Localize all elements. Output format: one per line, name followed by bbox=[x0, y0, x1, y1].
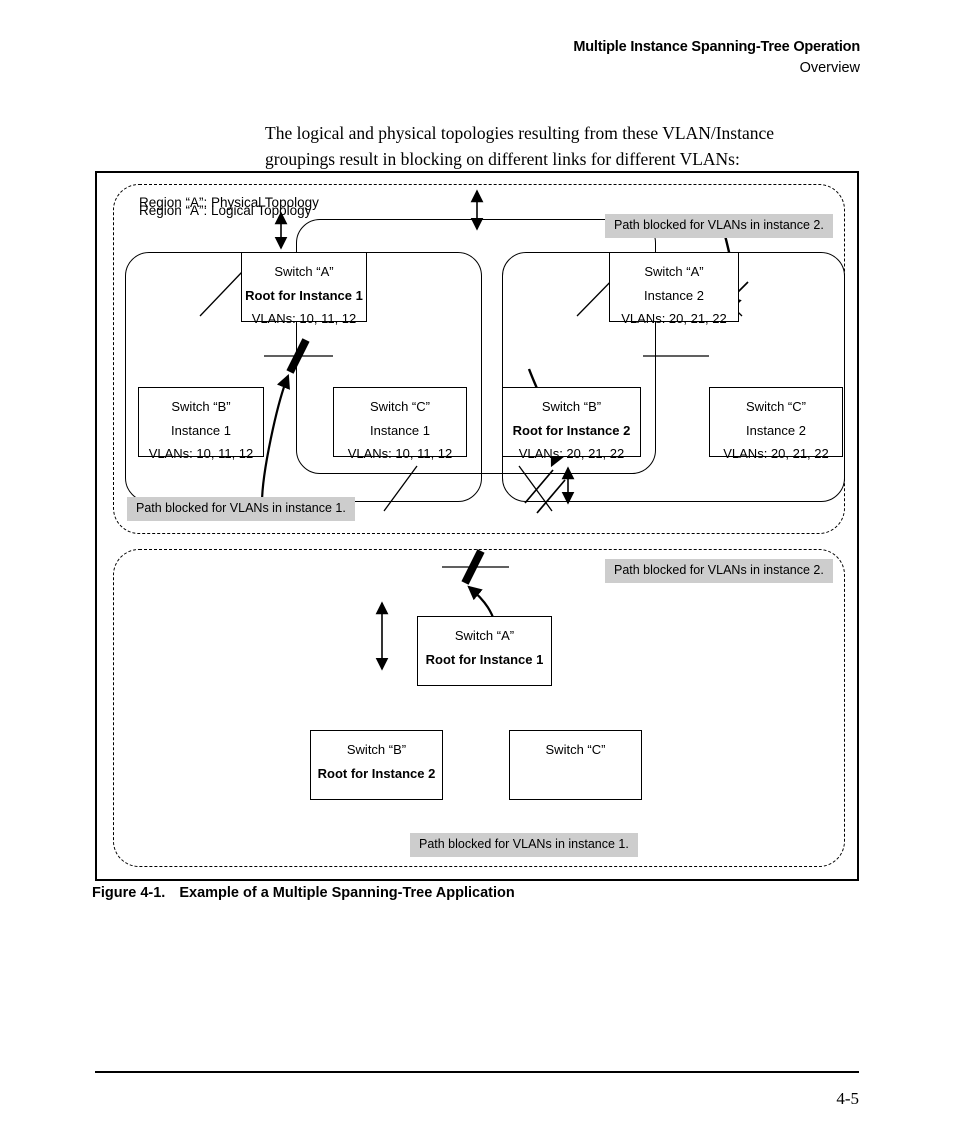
switch-name: Switch “C” bbox=[746, 399, 806, 414]
switch-role: Instance 1 bbox=[171, 422, 231, 438]
region-physical-label: Region “A”: Physical Topology bbox=[139, 195, 319, 210]
intro-paragraph: The logical and physical topologies resu… bbox=[265, 122, 774, 169]
switch-name: Switch “A” bbox=[454, 628, 515, 643]
figure-caption: Figure 4-1. Example of a Multiple Spannin… bbox=[92, 885, 515, 901]
callout-logical-instance1-blocked: Path blocked for VLANs in instance 1. bbox=[127, 497, 355, 521]
callout-physical-instance1-blocked: Path blocked for VLANs in instance 1. bbox=[410, 833, 638, 857]
logical-instance2-switch-a[interactable]: Switch “A” Instance 2 VLANs: 20, 21, 22 bbox=[609, 252, 739, 326]
callout-physical-instance2-blocked: Path blocked for VLANs in instance 2. bbox=[605, 559, 833, 583]
switch-name: Switch “C” bbox=[370, 399, 430, 414]
figure-caption-number: Figure 4-1. bbox=[92, 885, 166, 901]
switch-role: Instance 2 bbox=[644, 287, 704, 303]
switch-name: Switch “B” bbox=[541, 399, 602, 414]
region-physical-topology bbox=[113, 549, 845, 867]
logical-instance1-switch-b[interactable]: Switch “B” Instance 1 VLANs: 10, 11, 12 bbox=[138, 387, 264, 461]
switch-role: Root for Instance 1 bbox=[245, 287, 363, 303]
switch-role: Root for Instance 2 bbox=[317, 765, 436, 781]
logical-instance1-switch-c[interactable]: Switch “C” Instance 1 VLANs: 10, 11, 12 bbox=[333, 387, 467, 461]
switch-vlans: VLANs: 10, 11, 12 bbox=[347, 446, 453, 462]
header-title: Multiple Instance Spanning-Tree Operatio… bbox=[573, 39, 860, 55]
physical-switch-a[interactable]: Switch “A” Root for Instance 1 bbox=[417, 616, 552, 686]
physical-switch-c[interactable]: Switch “C” bbox=[509, 730, 642, 800]
switch-name: Switch “B” bbox=[171, 399, 231, 414]
switch-vlans: VLANs: 20, 21, 22 bbox=[621, 311, 727, 327]
switch-vlans: VLANs: 10, 11, 12 bbox=[148, 446, 254, 462]
footer-page-number: 4-5 bbox=[836, 1089, 859, 1108]
switch-vlans: VLANs: 20, 21, 22 bbox=[518, 446, 625, 462]
switch-name: Switch “B” bbox=[346, 742, 407, 757]
callout-logical-instance2-blocked: Path blocked for VLANs in instance 2. bbox=[605, 214, 833, 238]
switch-role: Instance 1 bbox=[370, 422, 430, 438]
header-subtitle: Overview bbox=[799, 60, 860, 77]
switch-vlans: VLANs: 10, 11, 12 bbox=[251, 311, 357, 327]
switch-role: Root for Instance 2 bbox=[512, 422, 631, 438]
figure-caption-text: Example of a Multiple Spanning-Tree Appl… bbox=[179, 885, 515, 901]
logical-instance2-switch-b[interactable]: Switch “B” Root for Instance 2 VLANs: 20… bbox=[502, 387, 641, 461]
logical-instance1-switch-a[interactable]: Switch “A” Root for Instance 1 VLANs: 10… bbox=[241, 252, 367, 326]
switch-vlans: VLANs: 20, 21, 22 bbox=[723, 446, 829, 462]
logical-instance2-switch-c[interactable]: Switch “C” Instance 2 VLANs: 20, 21, 22 bbox=[709, 387, 843, 461]
switch-name: Switch “C” bbox=[545, 742, 606, 757]
page-running-header: Multiple Instance Spanning-Tree Operatio… bbox=[573, 38, 860, 77]
figure-frame: Region “A”: Logical Topology Switch “A” … bbox=[95, 171, 859, 881]
switch-name: Switch “A” bbox=[644, 264, 704, 279]
footer-rule bbox=[95, 1071, 859, 1073]
switch-role: Instance 2 bbox=[746, 422, 806, 438]
switch-name: Switch “A” bbox=[274, 264, 334, 279]
physical-switch-b[interactable]: Switch “B” Root for Instance 2 bbox=[310, 730, 443, 800]
switch-role: Root for Instance 1 bbox=[425, 651, 544, 667]
